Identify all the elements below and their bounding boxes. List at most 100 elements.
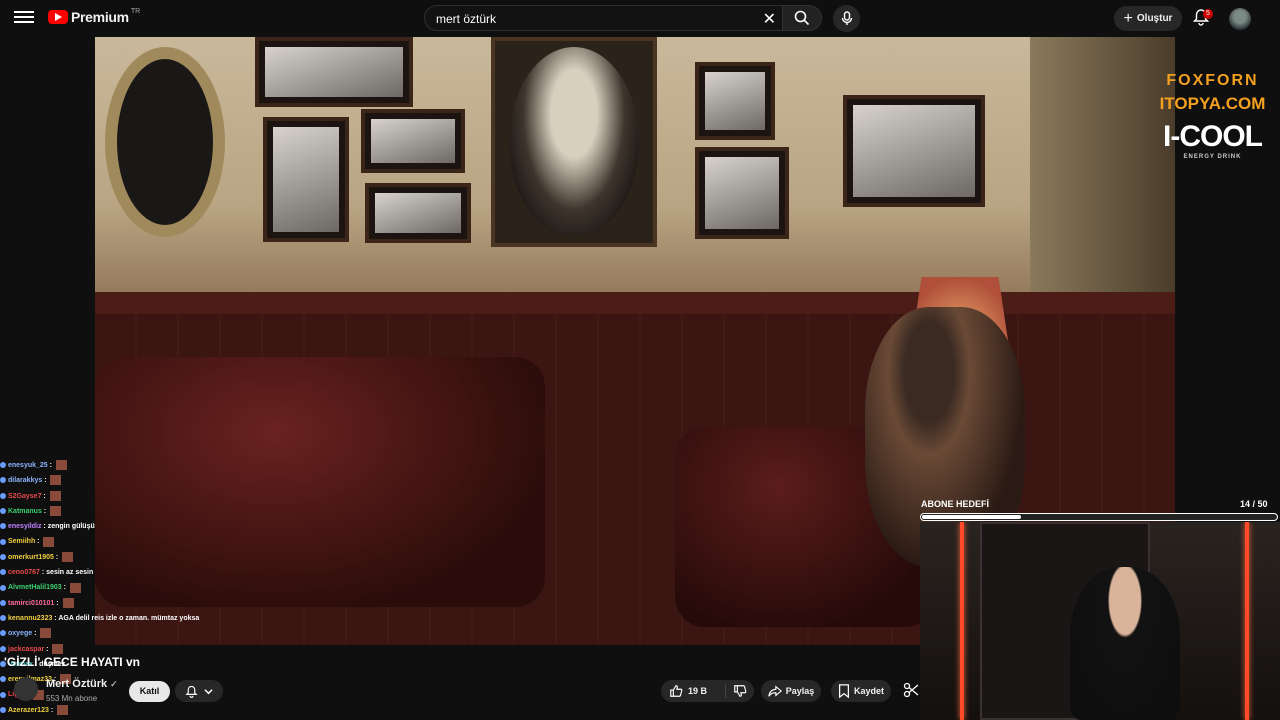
chat-badge-icon [0,676,6,683]
search-box: ✕ [424,5,782,31]
chat-badge-icon [0,645,6,652]
chat-username[interactable]: jackcaspar [8,646,44,653]
chat-username[interactable]: ceno0767 [8,569,40,576]
chat-badge-icon [0,584,6,591]
chat-separator: : [48,706,56,714]
subscriber-goal-bar [920,513,1278,521]
channel-name[interactable]: Mert Öztürk ✓ [46,678,118,690]
logo-country: TR [130,7,141,15]
create-button[interactable]: + Oluştur [1114,6,1182,31]
chat-username[interactable]: Katmanus [8,508,42,515]
chat-message: kenannu2323 : AGA delil reis izle o zama… [0,611,270,626]
chat-message: Katmanus : [0,504,270,519]
chat-message: enesyildiz : zengin gülüşü [0,519,270,534]
chat-badge-icon [0,462,6,469]
chat-username[interactable]: Azerazer123 [8,707,49,714]
chat-text: zengin gülüşü [47,523,95,531]
hamburger-menu-icon[interactable] [14,8,34,28]
logo-text: Premium [71,9,129,25]
chat-badge-icon [0,508,6,515]
chat-message: dilarakkys : [0,473,270,488]
video-scene-frame [695,62,775,140]
chat-message: S2Gayse7 : [0,489,270,504]
notification-bell-button[interactable] [175,680,223,702]
share-button[interactable]: Paylaş [761,680,821,702]
subscriber-count: 553 Mn abone [46,694,98,703]
top-bar: Premium TR ✕ + Oluştur 5 [0,0,1280,37]
chat-badge-icon [0,523,6,530]
chat-emote-icon [40,628,52,639]
chat-message: enesyuk_25 : [0,458,270,473]
chat-username[interactable]: enesyuk_25 [8,462,48,469]
chat-username[interactable]: Semiihh [8,538,35,545]
share-icon [768,685,782,697]
chat-message: tamirci010101 : [0,596,270,611]
chat-username[interactable]: enesyildiz [8,523,41,530]
chat-emote-icon [69,582,81,593]
chat-emote-icon [55,460,67,471]
chat-separator: : [44,645,51,653]
create-label: Oluştur [1136,13,1173,24]
chat-badge-icon [0,691,6,698]
clear-search-icon[interactable]: ✕ [763,9,776,29]
chat-separator: : [41,507,49,515]
chat-message: Semiihh : [0,534,270,549]
video-scene-frame [361,109,465,173]
video-scene-rail [95,292,1175,314]
chat-message: AlvmetHalil1903 : [0,580,270,595]
bookmark-icon [838,684,849,698]
save-button[interactable]: Kaydet [831,680,891,702]
chat-username[interactable]: S2Gayse7 [8,493,41,500]
chat-username[interactable]: oxyege [8,630,32,637]
search-button[interactable] [782,5,822,31]
like-count: 19 B [688,686,708,696]
chat-badge-icon [0,599,6,606]
video-scene-frame [263,117,349,242]
chat-separator: : [54,599,61,607]
video-scene-frame [695,147,789,239]
chat-message: ceno0767 : sesin az sesin [0,565,270,580]
video-scene-frame [365,183,471,243]
chat-emote-icon [43,536,55,547]
voice-search-button[interactable] [833,5,860,32]
sponsor-logos: FOXFORN ITOPYA.COM I-COOL ENERGY DRINK [1145,72,1280,160]
chat-badge-icon [0,706,6,713]
chat-username[interactable]: kenannu2323 [8,615,52,622]
chat-badge-icon [0,477,6,484]
channel-avatar[interactable] [14,677,38,701]
chat-username[interactable]: AlvmetHalil1903 [8,584,62,591]
bell-icon [185,685,198,698]
join-button[interactable]: Katıl [129,681,170,702]
itopya-logo: ITOPYA.COM [1159,94,1266,113]
chat-separator: : [32,630,39,638]
chat-username[interactable]: tamirci010101 [8,600,54,607]
chat-separator: : [47,462,54,469]
youtube-logo[interactable]: Premium TR [48,7,141,25]
video-title: 'GİZLİ' GECE HAYATI vn [4,655,140,669]
channel-name-text: Mert Öztürk [46,678,108,690]
video-scene-mirror [105,47,225,237]
chat-username[interactable]: omerkurt1905 [8,554,54,561]
clip-button[interactable] [903,682,921,700]
video-scene-frame [255,37,413,107]
youtube-play-icon [48,10,68,24]
foxforn-logo: FOXFORN [1166,72,1259,89]
like-dislike-group: 19 B [661,680,754,702]
microphone-icon [841,11,852,25]
chat-emote-icon [50,506,62,517]
video-scene-frame [843,95,985,207]
chat-message: oxyege : [0,626,270,641]
like-button[interactable]: 19 B [661,684,726,698]
chat-separator: : [61,584,68,592]
chat-badge-icon [0,630,6,637]
dislike-button[interactable] [726,684,754,698]
subscriber-goal-count: 14 / 50 [1240,499,1268,509]
thumbs-down-icon [734,685,747,697]
search-input[interactable] [434,11,738,27]
chat-separator: : [53,553,61,561]
chat-badge-icon [0,569,6,576]
chat-badge-icon [0,553,6,560]
user-avatar[interactable] [1229,8,1251,30]
chat-username[interactable]: dilarakkys [8,477,42,484]
webcam-overlay [920,522,1280,720]
